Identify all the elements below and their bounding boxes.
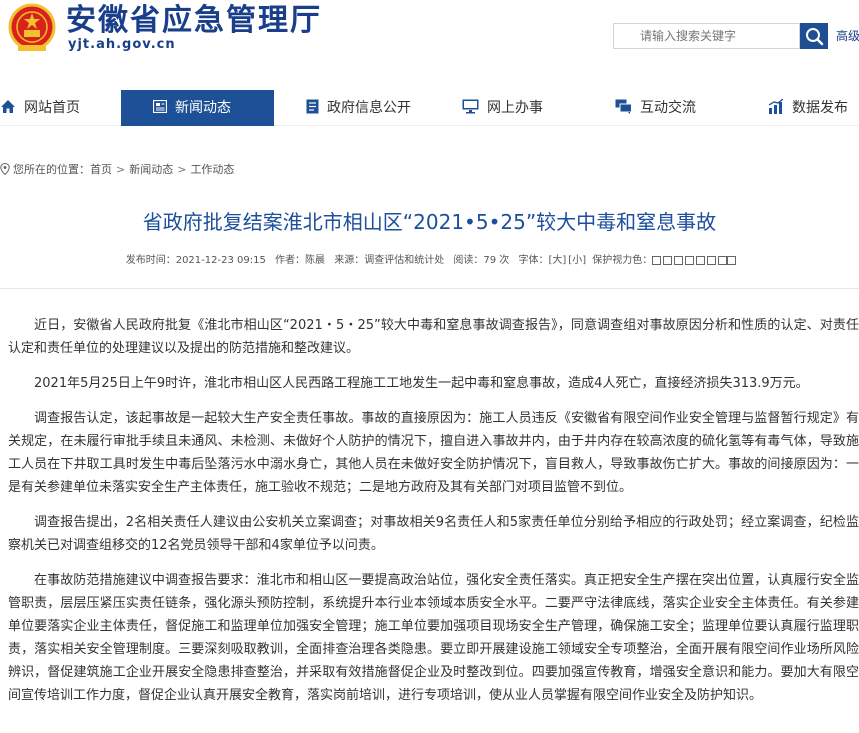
search-icon xyxy=(806,28,824,46)
nav-item-news[interactable]: 新闻动态 xyxy=(121,90,274,126)
search-button[interactable] xyxy=(800,23,828,49)
article-title: 省政府批复结案淮北市相山区“2021•5•25”较大中毒和窒息事故 xyxy=(142,210,717,234)
nav-item-interaction[interactable]: 互动交流 xyxy=(615,90,755,126)
eye-protect-colors xyxy=(652,255,737,265)
article-paragraph: 近日，安徽省人民政府批复《淮北市相山区“2021・5・25”较大中毒和窒息事故调… xyxy=(8,318,859,356)
location-pin-icon xyxy=(0,163,10,175)
nav-label: 网上办事 xyxy=(487,100,543,116)
publish-date: 发布时间：2021-12-23 09:15 xyxy=(125,255,266,266)
divider xyxy=(0,288,859,289)
main-nav: 网站首页 新闻动态 政府信息公开 网上办事 互动交流 数据发布 xyxy=(0,90,859,126)
home-icon xyxy=(1,100,15,113)
nav-label: 数据发布 xyxy=(792,100,848,116)
font-size-label: 字体： xyxy=(518,255,549,266)
nav-item-gov-info[interactable]: 政府信息公开 xyxy=(306,90,456,126)
source: 来源：调查评估和统计处 xyxy=(334,255,445,266)
site-header: 安徽省应急管理厅 yjt.ah.gov.cn 高级 xyxy=(0,0,859,62)
article-paragraph: 2021年5月25日上午9时许，淮北市相山区人民西路工程施工工地发生一起中毒和窒… xyxy=(34,376,809,391)
document-icon xyxy=(306,99,319,114)
chart-icon xyxy=(768,99,784,114)
article-paragraph: 调查报告认定，该起事故是一起较大生产安全责任事故。事故的直接原因为：施工人员违反… xyxy=(8,411,859,495)
nav-item-home[interactable]: 网站首页 xyxy=(0,90,121,126)
article-paragraph: 调查报告提出，2名相关责任人建议由公安机关立案调查；对事故相关9名责任人和5家责… xyxy=(8,515,859,553)
font-small-button[interactable]: [小] xyxy=(568,255,586,266)
article-body: 近日，安徽省人民政府批复《淮北市相山区“2021・5・25”较大中毒和窒息事故调… xyxy=(8,314,859,719)
breadcrumb-item-news[interactable]: 新闻动态 xyxy=(129,163,173,176)
breadcrumb: 您所在的位置：首页 > 新闻动态 > 工作动态 xyxy=(0,163,234,177)
breadcrumb-prefix: 您所在的位置： xyxy=(13,163,90,176)
article-paragraph: 在事故防范措施建议中调查报告要求：淮北市和相山区一要提高政治站位，强化安全责任落… xyxy=(8,573,859,703)
nav-label: 互动交流 xyxy=(640,100,696,116)
nav-item-online-services[interactable]: 网上办事 xyxy=(462,90,592,126)
site-title[interactable]: 安徽省应急管理厅 xyxy=(66,4,322,38)
nav-label: 政府信息公开 xyxy=(327,100,411,116)
nav-item-data-release[interactable]: 数据发布 xyxy=(768,90,859,126)
font-large-button[interactable]: [大] xyxy=(548,255,566,266)
site-domain: yjt.ah.gov.cn xyxy=(68,37,176,52)
search-input[interactable] xyxy=(613,23,800,49)
news-icon xyxy=(153,100,167,113)
chat-icon xyxy=(615,99,632,114)
view-count: 阅读：79 次 xyxy=(453,255,510,266)
article-meta: 发布时间：2021-12-23 09:15 作者：陈晨 来源：调查评估和统计处 … xyxy=(0,254,859,268)
breadcrumb-separator: > xyxy=(177,163,187,176)
breadcrumb-item-home[interactable]: 首页 xyxy=(90,163,112,176)
advanced-search-link[interactable]: 高级 xyxy=(836,27,859,45)
nav-label: 新闻动态 xyxy=(175,100,231,116)
national-emblem-icon[interactable] xyxy=(8,3,56,53)
breadcrumb-item-work[interactable]: 工作动态 xyxy=(190,163,234,176)
breadcrumb-separator: > xyxy=(116,163,126,176)
monitor-icon xyxy=(462,99,479,114)
eye-protect-label: 保护视力色： xyxy=(592,255,653,266)
nav-label: 网站首页 xyxy=(24,100,80,116)
author: 作者：陈晨 xyxy=(275,255,326,266)
